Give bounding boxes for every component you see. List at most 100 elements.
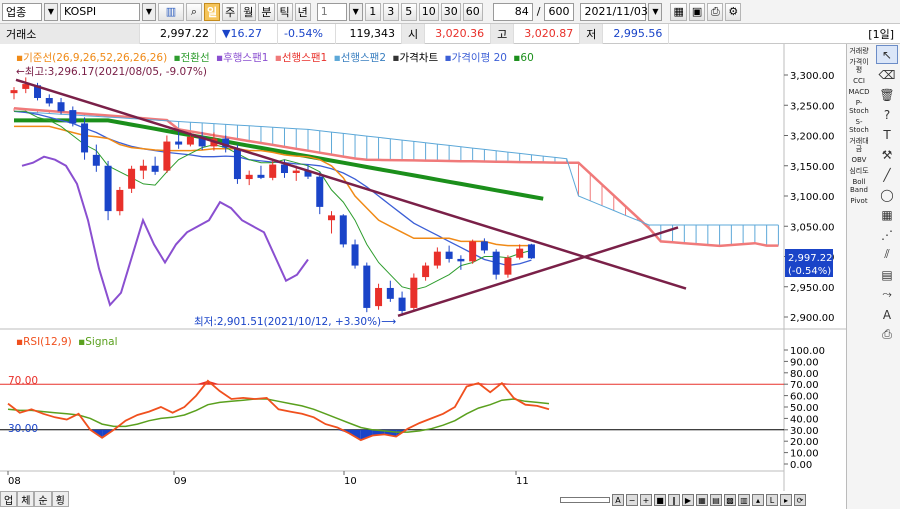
refresh-icon[interactable]: ⟳ <box>794 494 806 506</box>
interval-5-button[interactable]: 5 <box>400 2 417 21</box>
line-tool-icon[interactable]: ╱ <box>876 165 898 184</box>
image-icon[interactable]: ▩ <box>724 494 736 506</box>
config-icon[interactable]: ⚙ <box>725 2 742 21</box>
indicator-item[interactable]: OBV <box>848 156 870 164</box>
price-chart-svg[interactable]: 3,300.00 3,250.00 3,200.00 3,150.00 3,100.00… <box>0 44 846 491</box>
fib-tool-icon[interactable]: ⚒ <box>876 145 898 164</box>
period-tick-button[interactable]: 틱 <box>276 2 293 21</box>
zigzag-icon[interactable]: ⤳ <box>876 285 898 304</box>
settings-grid-icon[interactable]: ▦ <box>670 2 687 21</box>
chart-tool-icon[interactable]: ▤ <box>876 265 898 284</box>
bar-icon[interactable]: ▥ <box>738 494 750 506</box>
current-price: 2,997.22 <box>140 23 216 44</box>
eraser-icon[interactable]: ⌫ <box>876 65 898 84</box>
indicator-item[interactable]: Pivot <box>848 197 870 205</box>
period-week-button[interactable]: 주 <box>222 2 239 21</box>
indicator-item[interactable]: Boll Band <box>848 178 870 194</box>
grid-icon[interactable]: ▦ <box>876 205 898 224</box>
interval-input[interactable]: 1 <box>316 2 347 21</box>
minus-icon[interactable]: − <box>626 494 638 506</box>
play-icon[interactable]: ▶ <box>682 494 694 506</box>
candle-body <box>163 141 171 171</box>
circle-icon[interactable]: ◯ <box>876 185 898 204</box>
period-month-button[interactable]: 월 <box>240 2 257 21</box>
tab-upjong[interactable]: 업 <box>0 491 18 507</box>
zoom-slider[interactable] <box>560 497 610 503</box>
chart-type-icon[interactable]: ▥ <box>158 2 184 21</box>
plus-icon[interactable]: + <box>640 494 652 506</box>
gann-icon[interactable]: ⫽ <box>876 245 898 264</box>
legend-ma60-label: 60 <box>520 52 533 64</box>
table-icon[interactable]: ▤ <box>710 494 722 506</box>
chart-panel[interactable]: 3,300.00 3,250.00 3,200.00 3,150.00 3,100.00… <box>0 44 846 509</box>
trash-icon[interactable]: 🗑 <box>876 85 898 104</box>
layout-icon[interactable]: ▦ <box>696 494 708 506</box>
legend-tenkan-marker: ▪ <box>174 52 181 64</box>
interval-3-button[interactable]: 3 <box>382 2 399 21</box>
indicator-item[interactable]: CCI <box>848 77 870 85</box>
legend-kijun-label: 기준선(26,9,26,52,26,26,26) <box>23 52 167 64</box>
legend-tenkan-label: 전환선 <box>181 52 210 64</box>
line-icon[interactable]: L <box>766 494 778 506</box>
category-dropdown-icon[interactable]: ▼ <box>44 2 58 21</box>
indicator-item[interactable]: P-Stoch <box>848 99 870 115</box>
save-icon[interactable]: ▣ <box>688 2 706 21</box>
tab-che[interactable]: 체 <box>17 491 35 507</box>
print-icon[interactable]: ⎙ <box>876 325 898 344</box>
legend-price-marker: ▪ <box>392 52 399 64</box>
candle-body <box>504 257 512 275</box>
period-year-button[interactable]: 년 <box>294 2 311 21</box>
indicator-item[interactable]: 가격이평 <box>848 58 870 74</box>
interval-60-button[interactable]: 60 <box>462 2 483 21</box>
interval-1-button[interactable]: 1 <box>364 2 381 21</box>
indicator-item[interactable]: S-Stoch <box>848 118 870 134</box>
text-tool-icon[interactable]: T <box>876 125 898 144</box>
legend-span2-marker: ▪ <box>334 52 341 64</box>
interval-10-button[interactable]: 10 <box>418 2 439 21</box>
legend-ma20-label: 가격이평 20 <box>452 51 507 64</box>
scroll-right-icon[interactable]: ▸ <box>780 494 792 506</box>
pause-icon[interactable]: ‖ <box>668 494 680 506</box>
indicator-item[interactable]: 심리도 <box>848 167 870 175</box>
display-count-input[interactable]: 84 <box>492 2 533 21</box>
interval-30-button[interactable]: 30 <box>440 2 461 21</box>
total-count-input[interactable]: 600 <box>544 2 575 21</box>
indicator-item[interactable]: 거래대금 <box>848 137 870 153</box>
search-icon[interactable]: ⌕ <box>186 2 202 21</box>
channel-icon[interactable]: ⋰ <box>876 225 898 244</box>
date-input[interactable]: 2021/11/03 <box>580 2 648 21</box>
tab-sun[interactable]: 순 <box>34 491 52 507</box>
candle-body <box>269 164 277 178</box>
rsi-upper-label: 70.00 <box>8 375 38 387</box>
period-badge[interactable]: [1일] <box>862 24 900 44</box>
period-day-button[interactable]: 일 <box>204 2 221 21</box>
symbol-input[interactable]: KOSPI <box>60 2 140 21</box>
category-select[interactable]: 업종 <box>2 2 42 21</box>
cursor-icon[interactable]: ↖ <box>876 45 898 64</box>
candle-body <box>422 265 430 278</box>
interval-dropdown-icon[interactable]: ▼ <box>348 2 363 21</box>
help-icon[interactable]: ? <box>876 105 898 124</box>
candle-body <box>375 287 383 307</box>
indicator-item[interactable]: MACD <box>848 88 870 96</box>
up-icon[interactable]: ▴ <box>752 494 764 506</box>
symbol-dropdown-icon[interactable]: ▼ <box>142 2 156 21</box>
legend-chikou-label: 후행스팬1 <box>223 52 268 64</box>
zoom-out-icon[interactable]: A <box>612 494 624 506</box>
tab-hoeng[interactable]: 횡 <box>51 491 69 507</box>
period-minute-button[interactable]: 분 <box>258 2 275 21</box>
date-dropdown-icon[interactable]: ▼ <box>648 2 663 21</box>
category-label: 업종 <box>6 5 27 19</box>
volume-value: 119,343 <box>336 23 402 44</box>
candle-body <box>280 164 288 174</box>
high-price: 3,020.87 <box>514 23 581 44</box>
stop-icon[interactable]: ■ <box>654 494 666 506</box>
drawing-tools: ↖ ⌫ 🗑? T ⚒ ╱ ◯ ▦ ⋰ ⫽ ▤ ⤳ A ⎙ <box>873 44 900 509</box>
indicator-item[interactable]: 거래량 <box>848 47 870 55</box>
high-label: 고 <box>491 23 515 44</box>
print-tool-icon[interactable]: ⎙ <box>707 2 724 21</box>
candle-body <box>139 165 147 171</box>
auto-icon[interactable]: A <box>876 305 898 324</box>
price-axis-label: 3,150.00 <box>790 162 835 173</box>
signal-legend-label: Signal <box>85 336 117 348</box>
